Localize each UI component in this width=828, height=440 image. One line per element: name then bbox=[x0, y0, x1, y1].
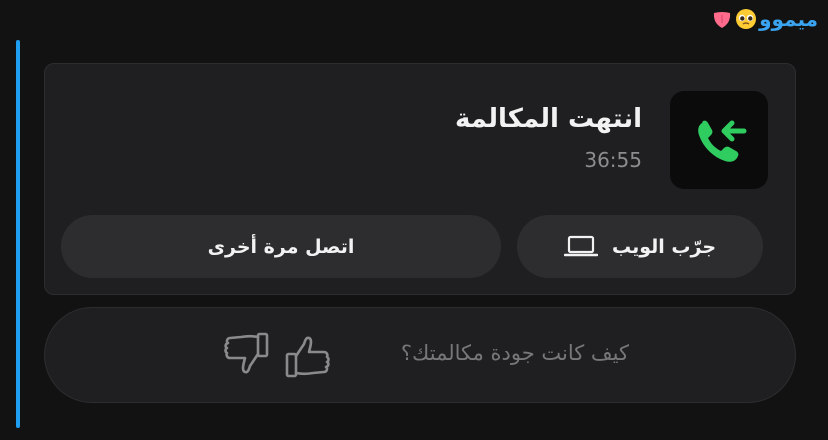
call-again-button[interactable]: اتصل مرة أخرى bbox=[61, 215, 501, 278]
sender-header: ميموو bbox=[711, 4, 818, 34]
sender-name[interactable]: ميموو bbox=[759, 4, 818, 34]
thumbs-down-icon[interactable] bbox=[219, 326, 271, 378]
tongue-emoji-icon bbox=[713, 12, 731, 28]
thumbs-up-icon[interactable] bbox=[283, 332, 335, 384]
call-again-label: اتصل مرة أخرى bbox=[207, 235, 355, 258]
call-rating-box: كيف كانت جودة مكالمتك؟ bbox=[44, 307, 796, 403]
outgoing-call-icon bbox=[698, 120, 747, 162]
try-web-label: جرّب الويب bbox=[611, 235, 717, 258]
laptop-icon bbox=[563, 235, 598, 256]
call-duration: 36:55 bbox=[584, 148, 642, 172]
call-status-title: انتهت المكالمة bbox=[455, 104, 642, 134]
call-ended-card: انتهت المكالمة 36:55 جرّب الويب اتصل مرة… bbox=[44, 63, 796, 295]
call-icon-tile bbox=[670, 91, 768, 189]
rating-question: كيف كانت جودة مكالمتك؟ bbox=[400, 341, 629, 365]
try-web-button[interactable]: جرّب الويب bbox=[517, 215, 763, 278]
pleading-face-emoji-icon bbox=[736, 9, 757, 29]
quote-bar bbox=[16, 40, 20, 428]
